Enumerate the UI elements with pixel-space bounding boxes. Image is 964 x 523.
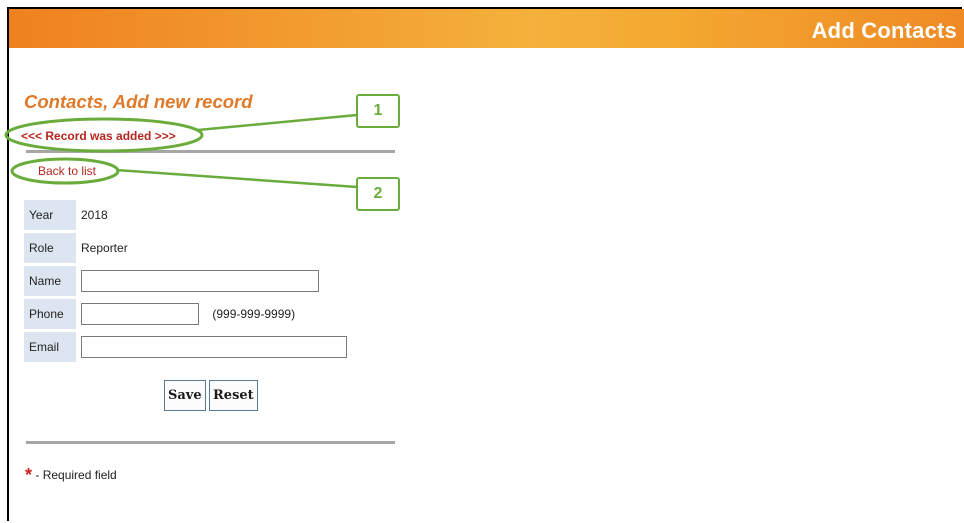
connector-line-2 <box>115 168 358 189</box>
highlight-ellipse-2 <box>10 157 120 185</box>
highlight-ellipse-1 <box>4 117 204 153</box>
connector-line-1 <box>197 113 358 132</box>
callout-badge-1: 1 <box>356 94 400 128</box>
callout-badge-2: 2 <box>356 177 400 211</box>
annotation-overlay <box>4 113 358 189</box>
